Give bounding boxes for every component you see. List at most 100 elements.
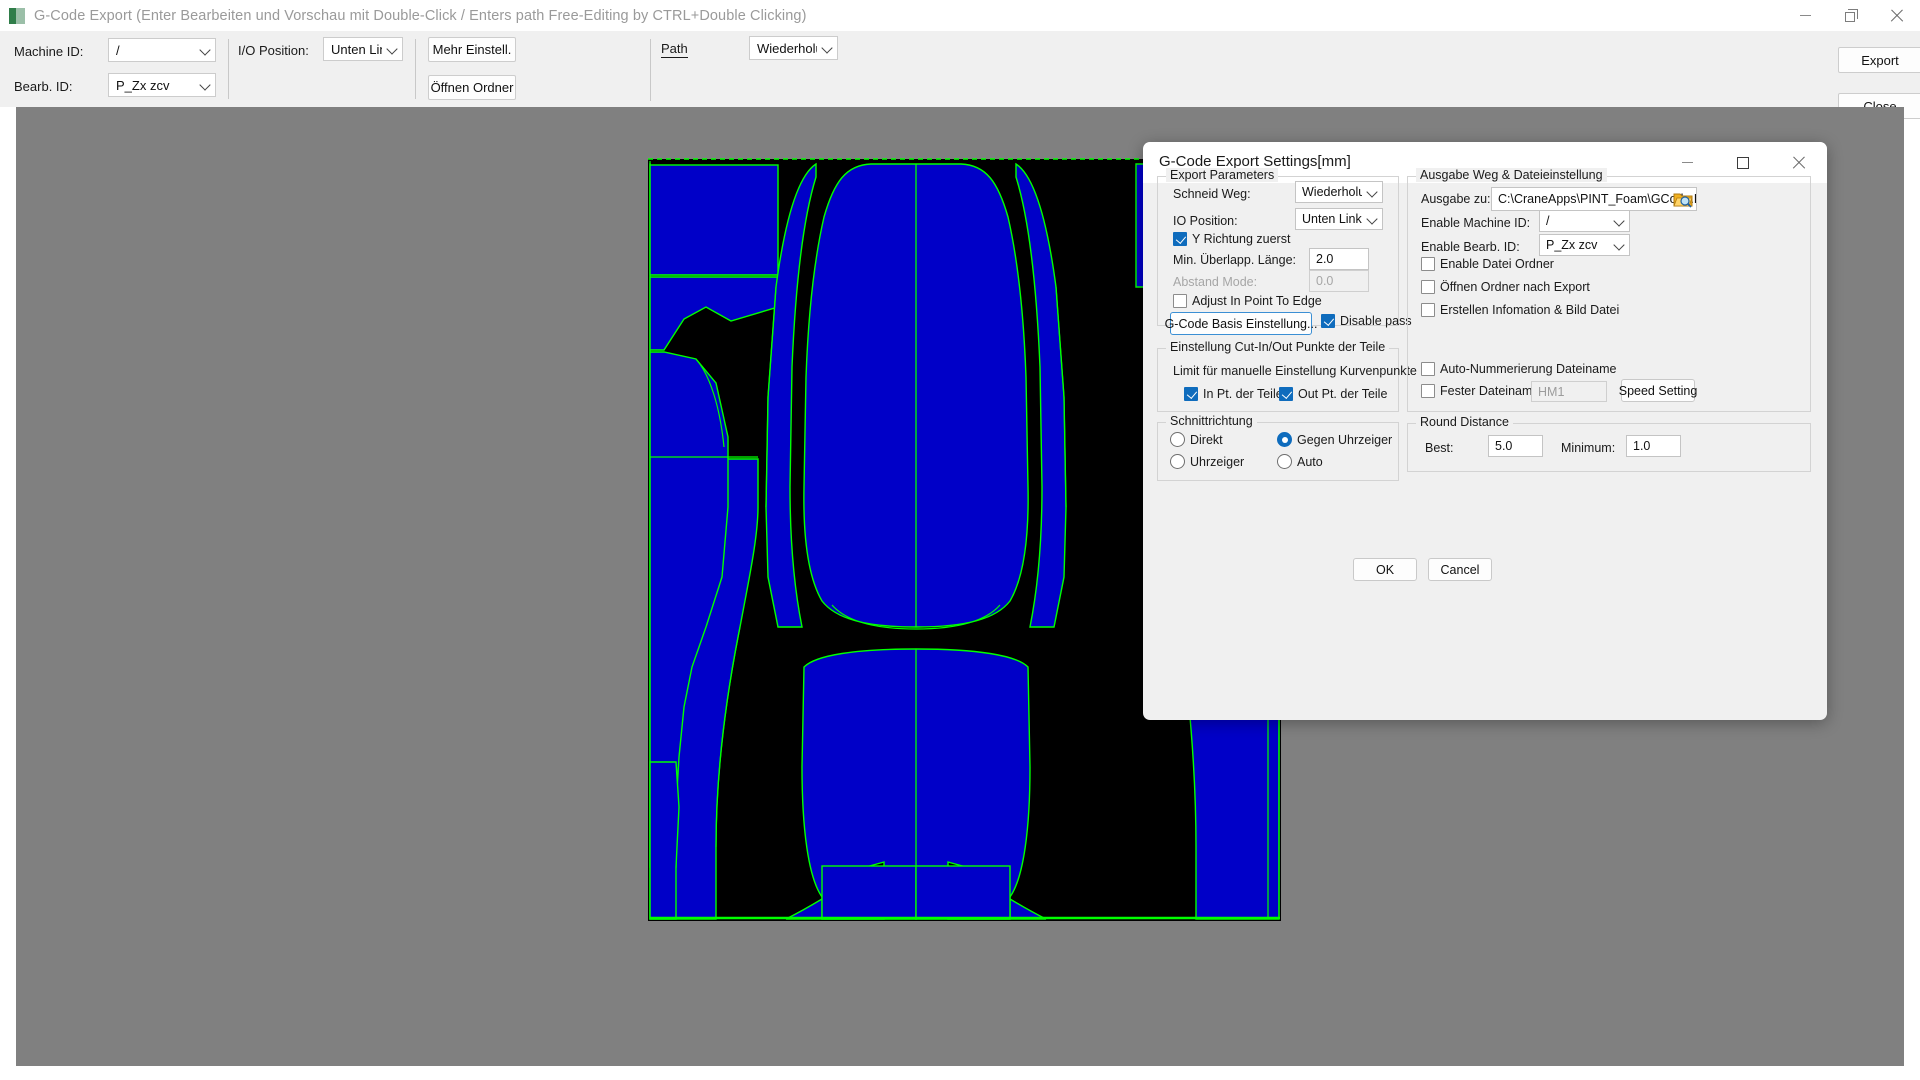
enable-machine-id-value: / [1546, 214, 1550, 228]
enable-machine-id-combo[interactable]: / [1539, 210, 1630, 232]
close-icon [1792, 156, 1806, 170]
radio-direkt-button [1170, 432, 1185, 447]
adjust-in-point-label: Adjust In Point To Edge [1192, 294, 1322, 308]
enable-bearb-id-label: Enable Bearb. ID: [1421, 240, 1520, 254]
oeffnen-ordner-nach-export-label: Öffnen Ordner nach Export [1440, 280, 1590, 294]
cut-points-group-label: Einstellung Cut-In/Out Punkte der Teile [1166, 340, 1390, 354]
window-titlebar: G-Code Export (Enter Bearbeiten und Vors… [0, 0, 1920, 31]
ausgabe-zu-label: Ausgabe zu: [1421, 192, 1491, 206]
io-position-combo[interactable]: Unten Linl [323, 37, 403, 61]
oeffnen-ordner-checkbox-box [1421, 280, 1435, 294]
gcode-basis-einstellung-button[interactable]: G-Code Basis Einstellung... [1165, 312, 1317, 335]
chevron-down-icon [195, 74, 215, 96]
window-controls [1782, 0, 1920, 31]
chevron-down-icon [817, 37, 837, 59]
radio-auto-label: Auto [1297, 454, 1323, 469]
abstand-mode-input: 0.0 [1309, 270, 1369, 292]
speed-setting-button[interactable]: Speed Setting [1619, 379, 1697, 402]
ausgabe-zu-input[interactable]: C:\CraneApps\PINT_Foam\GCode.Fil [1491, 187, 1697, 211]
schneid-weg-label: Schneid Weg: [1173, 187, 1251, 201]
schneid-weg-combo[interactable]: Wiederholung [1295, 181, 1383, 203]
radio-uhrzeiger[interactable]: Uhrzeiger [1170, 454, 1244, 469]
in-pt-der-teile-checkbox[interactable]: In Pt. der Teile [1184, 387, 1283, 401]
close-button[interactable] [1874, 0, 1920, 31]
folder-browse-icon[interactable] [1673, 190, 1693, 208]
adjust-in-point-checkbox[interactable]: Adjust In Point To Edge [1173, 294, 1322, 308]
export-button[interactable]: Export [1838, 47, 1920, 73]
radio-auto-button [1277, 454, 1292, 469]
oeffnen-ordner-button[interactable]: Öffnen Ordner [428, 75, 516, 100]
adjust-in-point-checkbox-box [1173, 294, 1187, 308]
path-label: Path [661, 41, 688, 58]
minimize-icon [1799, 15, 1811, 16]
machine-id-value: / [116, 42, 120, 58]
restore-icon [1844, 9, 1858, 22]
y-richtung-dlg-label: Y Richtung zuerst [1192, 232, 1291, 246]
mehr-einstell-button[interactable]: Mehr Einstell. [428, 37, 516, 62]
enable-datei-ordner-label: Enable Datei Ordner [1440, 257, 1554, 271]
round-distance-group-label: Round Distance [1416, 415, 1513, 429]
minimize-button[interactable] [1782, 0, 1828, 31]
enable-bearb-id-combo[interactable]: P_Zx zcv [1539, 234, 1630, 256]
best-input[interactable]: 5.0 [1488, 435, 1543, 457]
ok-button[interactable]: OK [1353, 558, 1417, 581]
fester-dateiname-checkbox[interactable]: Fester Dateiname: [1421, 384, 1543, 398]
machine-id-combo[interactable]: / [108, 38, 216, 62]
toolbar: Machine ID: / Bearb. ID: P_Zx zcv I/O Po… [0, 31, 1920, 130]
export-parameters-group-label: Export Parameters [1166, 168, 1279, 182]
fester-dateiname-checkbox-box [1421, 384, 1435, 398]
minimize-icon [1681, 162, 1693, 163]
oeffnen-ordner-nach-export-checkbox[interactable]: Öffnen Ordner nach Export [1421, 280, 1590, 294]
disable-pass-checkbox-box [1321, 314, 1335, 328]
radio-gegen-uhrzeiger-label: Gegen Uhrzeiger [1297, 432, 1393, 447]
window-title: G-Code Export (Enter Bearbeiten und Vors… [34, 7, 807, 24]
cancel-button[interactable]: Cancel [1428, 558, 1492, 581]
toolbar-divider-3 [650, 39, 651, 101]
radio-auto[interactable]: Auto [1277, 454, 1323, 469]
minimum-label: Minimum: [1561, 441, 1616, 455]
path-combo[interactable]: Wiederholu [749, 36, 838, 60]
chevron-down-icon [1609, 241, 1629, 249]
disable-pass-checkbox[interactable]: Disable pass [1321, 314, 1412, 328]
schnittrichtung-group: Schnittrichtung [1157, 414, 1399, 481]
minimum-input[interactable]: 1.0 [1626, 435, 1681, 457]
restore-button[interactable] [1828, 0, 1874, 31]
chevron-down-icon [1362, 215, 1382, 223]
toolbar-divider-2 [415, 39, 416, 99]
min-ueberlapp-input[interactable]: 2.0 [1309, 248, 1369, 270]
main-window: G-Code Export (Enter Bearbeiten und Vors… [0, 0, 1920, 1080]
chevron-down-icon [195, 39, 215, 61]
radio-direkt[interactable]: Direkt [1170, 432, 1223, 447]
gcode-export-settings-dialog: G-Code Export Settings[mm] Export Parame… [1143, 142, 1827, 720]
path-value: Wiederholu [757, 40, 817, 56]
maximize-icon [1737, 156, 1749, 169]
machine-id-label: Machine ID: [14, 44, 84, 59]
io-position-value: Unten Linl [331, 41, 382, 57]
app-icon [9, 7, 25, 24]
io-position-dlg-value: Unten Links [1302, 212, 1362, 226]
fester-dateiname-input[interactable]: HM1 [1531, 381, 1607, 402]
enable-datei-ordner-checkbox[interactable]: Enable Datei Ordner [1421, 257, 1554, 271]
erstellen-information-label: Erstellen Infomation & Bild Datei [1440, 303, 1620, 317]
radio-gegen-uhrzeiger-button [1277, 432, 1292, 447]
io-position-label: I/O Position: [238, 43, 309, 58]
abstand-mode-label: Abstand Mode: [1173, 275, 1258, 289]
radio-uhrzeiger-button [1170, 454, 1185, 469]
auto-nummerierung-checkbox[interactable]: Auto-Nummerierung Dateiname [1421, 362, 1616, 376]
toolbar-divider-1 [228, 39, 229, 99]
erstellen-information-checkbox[interactable]: Erstellen Infomation & Bild Datei [1421, 303, 1619, 317]
in-pt-label: In Pt. der Teile [1203, 387, 1283, 401]
y-richtung-dlg-checkbox[interactable]: Y Richtung zuerst [1173, 232, 1290, 246]
auto-nummerierung-label: Auto-Nummerierung Dateiname [1440, 362, 1617, 376]
ausgabe-zu-value: C:\CraneApps\PINT_Foam\GCode.Fil [1498, 192, 1697, 206]
bearb-id-value: P_Zx zcv [116, 77, 170, 93]
chevron-down-icon [382, 38, 402, 60]
fester-dateiname-label: Fester Dateiname: [1440, 384, 1543, 398]
radio-gegen-uhrzeiger[interactable]: Gegen Uhrzeiger [1277, 432, 1392, 447]
bearb-id-combo[interactable]: P_Zx zcv [108, 73, 216, 97]
io-position-dlg-combo[interactable]: Unten Links [1295, 208, 1383, 230]
out-pt-der-teile-checkbox[interactable]: Out Pt. der Teile [1279, 387, 1387, 401]
cut-points-group: Einstellung Cut-In/Out Punkte der Teile [1157, 340, 1399, 412]
enable-datei-ordner-checkbox-box [1421, 257, 1435, 271]
y-richtung-dlg-checkbox-box [1173, 232, 1187, 246]
